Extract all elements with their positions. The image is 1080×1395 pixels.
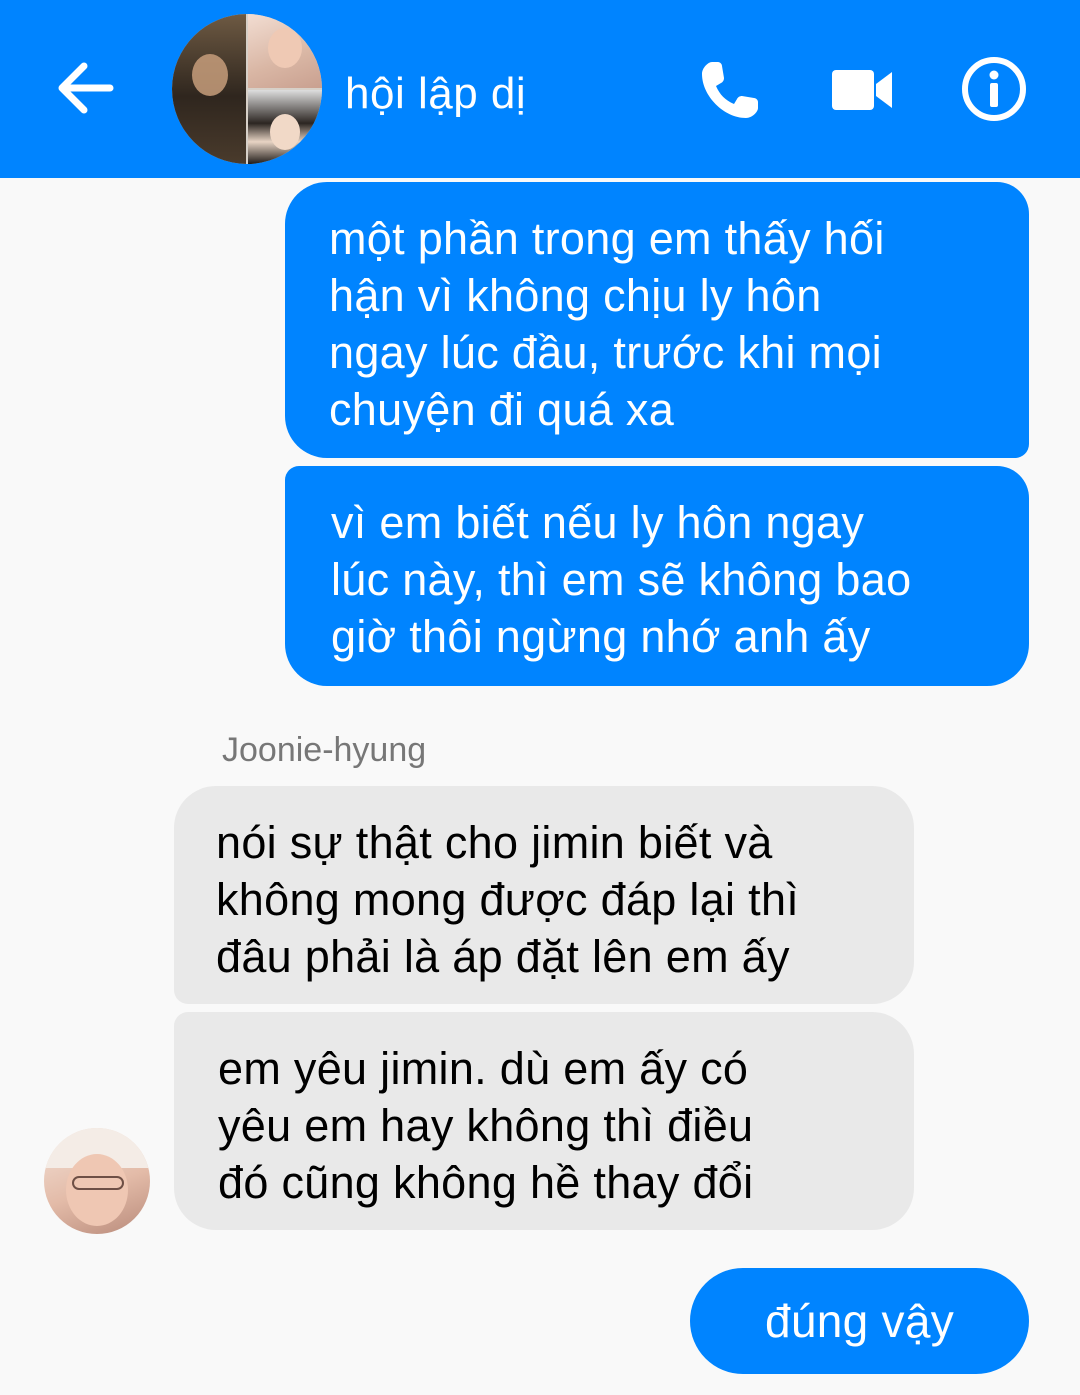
- sender-name: Joonie-hyung: [222, 731, 427, 769]
- message-text-line: chuyện đi quá xa: [329, 384, 675, 435]
- back-button[interactable]: [54, 58, 118, 118]
- incoming-message-bubble[interactable]: em yêu jimin. dù em ấy có yêu em hay khô…: [174, 1012, 914, 1230]
- message-text-line: giờ thôi ngừng nhớ anh ấy: [331, 611, 871, 662]
- message-text-line: vì em biết nếu ly hôn ngay: [331, 497, 865, 548]
- message-text-line: không mong được đáp lại thì: [216, 874, 800, 925]
- info-icon: [962, 57, 1026, 121]
- incoming-message-bubble[interactable]: nói sự thật cho jimin biết và không mong…: [174, 786, 914, 1004]
- message-text-line: đó cũng không hề thay đổi: [218, 1157, 754, 1208]
- phone-icon: [702, 62, 758, 118]
- message-text-line: ngay lúc đầu, trước khi mọi: [329, 327, 882, 378]
- outgoing-message-bubble[interactable]: đúng vậy: [690, 1268, 1029, 1374]
- chat-header: hội lập dị: [0, 0, 1080, 178]
- group-avatar[interactable]: [172, 14, 322, 164]
- message-text-line: một phần trong em thấy hối: [329, 213, 885, 264]
- sender-avatar[interactable]: [44, 1128, 150, 1234]
- message-text-line: đúng vậy: [764, 1295, 955, 1347]
- video-call-button[interactable]: [830, 66, 894, 114]
- message-text-line: đâu phải là áp đặt lên em ấy: [216, 931, 790, 982]
- arrow-left-icon: [58, 62, 114, 114]
- outgoing-message-bubble[interactable]: một phần trong em thấy hối hận vì không …: [285, 182, 1029, 458]
- outgoing-message-bubble[interactable]: vì em biết nếu ly hôn ngay lúc này, thì …: [285, 466, 1029, 686]
- message-text-line: yêu em hay không thì điều: [218, 1100, 754, 1151]
- message-text-line: em yêu jimin. dù em ấy có: [218, 1043, 749, 1094]
- voice-call-button[interactable]: [698, 58, 762, 122]
- message-text-line: nói sự thật cho jimin biết và: [216, 817, 773, 868]
- video-camera-icon: [832, 70, 892, 110]
- info-button[interactable]: [961, 56, 1027, 122]
- message-text-line: lúc này, thì em sẽ không bao: [331, 554, 912, 605]
- message-text-line: hận vì không chịu ly hôn: [329, 270, 822, 321]
- conversation-title[interactable]: hội lập dị: [345, 66, 526, 122]
